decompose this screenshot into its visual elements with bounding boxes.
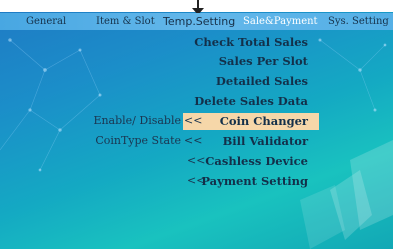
tab-sys-setting[interactable]: Sys. Setting <box>328 13 389 30</box>
menu-payment-setting[interactable]: Payment Setting <box>201 174 308 188</box>
sales-payment-screen: General Item & Slot Temp.Setting Sale&Pa… <box>0 0 393 249</box>
enable-disable-label: Enable/ Disable <box>93 114 181 127</box>
menu-delete-sales-data[interactable]: Delete Sales Data <box>194 94 308 108</box>
tab-item-slot[interactable]: Item & Slot <box>96 13 155 30</box>
menu-check-total-sales[interactable]: Check Total Sales <box>194 35 308 49</box>
tab-bar: General Item & Slot Temp.Setting Sale&Pa… <box>0 13 393 30</box>
menu-coin-changer[interactable]: Coin Changer <box>220 114 308 128</box>
menu-detailed-sales[interactable]: Detailed Sales <box>216 74 308 88</box>
menu-bill-validator[interactable]: Bill Validator <box>223 134 308 148</box>
tab-temp-setting[interactable]: Temp.Setting <box>163 13 235 30</box>
tab-general[interactable]: General <box>26 13 66 30</box>
menu-sales-per-slot[interactable]: Sales Per Slot <box>219 54 308 68</box>
bill-validator-marker: << <box>184 134 203 147</box>
cointype-state-label: CoinType State <box>95 134 181 147</box>
tab-sale-payment[interactable]: Sale&Payment <box>243 13 318 30</box>
menu-cashless-device[interactable]: Cashless Device <box>205 154 308 168</box>
cashless-device-marker: << <box>187 154 206 167</box>
coin-changer-marker: << <box>184 114 203 127</box>
